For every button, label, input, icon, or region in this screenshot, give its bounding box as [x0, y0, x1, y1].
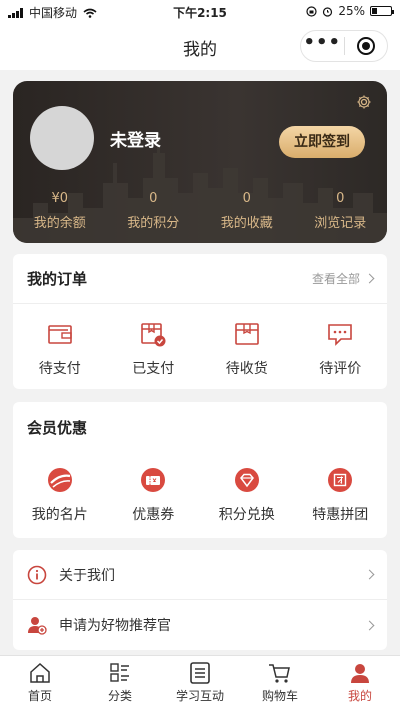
benefit-coupon[interactable]: 优惠券 [107, 466, 201, 524]
tab-profile[interactable]: 我的 [320, 656, 400, 711]
signin-button[interactable]: 立即签到 [279, 126, 365, 158]
order-label: 待评价 [319, 361, 362, 377]
stat-favorites[interactable]: 0 我的收藏 [200, 191, 294, 231]
status-bar: 中国移动 下午2:15 25% [0, 0, 400, 22]
chevron-right-icon [364, 569, 375, 580]
miniprogram-capsule: ••• [300, 30, 388, 62]
menu-item-about-us[interactable]: 关于我们 [13, 550, 387, 600]
tab-label: 购物车 [261, 689, 298, 703]
order-label: 待收货 [225, 361, 268, 377]
member-benefits-card: 会员优惠 我的名片 优惠券 积分兑换 特惠拼团 [13, 402, 387, 538]
close-miniprogram-button[interactable] [345, 37, 388, 55]
group-icon [328, 468, 353, 492]
stat-value: 0 [242, 191, 251, 206]
orders-grid: 待支付 已支付 待收货 待评价 [13, 304, 387, 378]
order-pending-review[interactable]: 待评价 [294, 320, 388, 378]
planet-icon [47, 468, 72, 492]
stat-balance[interactable]: ¥0 我的余额 [13, 191, 107, 231]
chevron-right-icon [364, 273, 375, 284]
user-add-icon [28, 617, 47, 635]
stat-history[interactable]: 0 浏览记录 [294, 191, 388, 231]
stat-label: 浏览记录 [314, 216, 367, 231]
box-icon [234, 323, 259, 345]
stat-value: 0 [149, 191, 158, 206]
alarm-icon [323, 6, 333, 17]
benefit-label: 积分兑换 [218, 507, 275, 523]
orders-title: 我的订单 [27, 270, 88, 288]
tab-label: 学习互动 [175, 689, 224, 703]
menu-item-label: 关于我们 [59, 567, 115, 584]
category-icon [110, 663, 129, 682]
view-all-label: 查看全部 [311, 272, 360, 286]
battery-icon [370, 6, 394, 16]
order-label: 已支付 [132, 361, 175, 377]
coupon-icon [141, 468, 166, 492]
username-label[interactable]: 未登录 [110, 126, 161, 151]
cart-icon [269, 664, 290, 683]
tab-home[interactable]: 首页 [0, 656, 80, 711]
order-pending-payment[interactable]: 待支付 [13, 320, 107, 378]
stat-label: 我的余额 [33, 216, 86, 231]
study-icon [190, 662, 210, 684]
stat-label: 我的收藏 [220, 216, 273, 231]
benefit-points-exchange[interactable]: 积分兑换 [200, 466, 294, 524]
home-icon [30, 662, 50, 683]
navigation-bar: 我的 ••• [0, 22, 400, 70]
bottom-tab-bar: 首页 分类 学习互动 购物车 我的 [0, 655, 400, 711]
menu-item-apply-recommender[interactable]: 申请为好物推荐官 [13, 600, 387, 650]
benefit-group-buy[interactable]: 特惠拼团 [294, 466, 388, 524]
order-paid[interactable]: 已支付 [107, 320, 201, 378]
profile-stats: ¥0 我的余额 0 我的积分 0 我的收藏 0 浏览记录 [13, 191, 387, 231]
gear-icon[interactable] [356, 94, 372, 110]
profile-card: 未登录 立即签到 ¥0 我的余额 0 我的积分 0 我的收藏 0 浏览记录 [13, 81, 387, 243]
order-pending-receipt[interactable]: 待收货 [200, 320, 294, 378]
chevron-right-icon [364, 620, 375, 630]
info-icon [27, 565, 47, 584]
benefit-label: 特惠拼团 [312, 507, 369, 523]
menu-item-label: 申请为好物推荐官 [59, 618, 171, 634]
target-icon [356, 37, 375, 55]
avatar[interactable] [30, 106, 94, 170]
stat-label: 我的积分 [127, 216, 180, 231]
benefit-business-card[interactable]: 我的名片 [13, 466, 107, 524]
profile-icon [351, 664, 369, 683]
battery-fill [372, 8, 377, 14]
tab-study[interactable]: 学习互动 [160, 656, 240, 711]
view-all-orders-link[interactable]: 查看全部 [311, 270, 375, 287]
tab-category[interactable]: 分类 [80, 656, 160, 711]
member-header: 会员优惠 [13, 402, 387, 452]
wallet-icon [47, 325, 72, 344]
member-grid: 我的名片 优惠券 积分兑换 特惠拼团 [13, 452, 387, 524]
orders-card: 我的订单 查看全部 待支付 已支付 待收货 待评价 [13, 254, 387, 389]
tab-label: 分类 [107, 689, 132, 703]
comment-icon [328, 324, 353, 346]
diamond-icon [234, 468, 259, 492]
tab-cart[interactable]: 购物车 [240, 656, 320, 711]
benefit-label: 我的名片 [31, 507, 88, 523]
more-button[interactable]: ••• [301, 34, 344, 54]
tab-label: 我的 [347, 689, 372, 703]
order-label: 待支付 [38, 361, 81, 377]
lock-rotation-icon [306, 5, 317, 17]
tab-label: 首页 [27, 689, 52, 703]
stat-points[interactable]: 0 我的积分 [107, 191, 201, 231]
stat-value: 0 [336, 191, 345, 206]
member-title: 会员优惠 [27, 418, 88, 437]
battery-percent: 25% [338, 4, 365, 18]
benefit-label: 优惠券 [132, 507, 175, 523]
menu-list: 关于我们 申请为好物推荐官 [13, 550, 387, 650]
paid-icon [141, 323, 166, 347]
orders-header: 我的订单 查看全部 [13, 254, 387, 304]
stat-value: ¥0 [51, 191, 69, 206]
